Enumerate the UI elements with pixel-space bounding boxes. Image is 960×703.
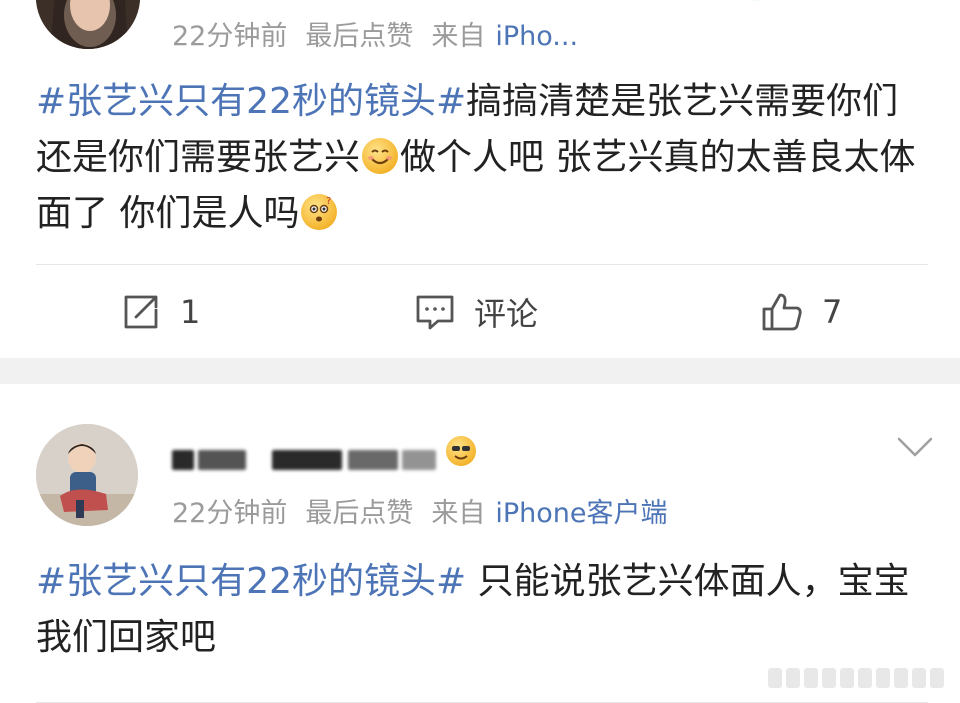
topic-link[interactable]: #张艺兴只有22秒的镜头# (36, 81, 466, 122)
smile-emoji-icon (362, 138, 399, 174)
post-content: #张艺兴只有22秒的镜头#搞搞清楚是张艺兴需要你们还是你们需要张艺兴 做个人吧 张… (36, 74, 931, 242)
last-liked-label: 最后点赞 (305, 21, 414, 52)
post-time: 22分钟前 (172, 498, 288, 529)
post-separator (0, 358, 960, 384)
post-content: #张艺兴只有22秒的镜头# 只能说张艺兴体面人，宝宝我们回家吧 (36, 554, 931, 666)
weibo-post: 22分钟前 最后点赞 来自 iPhone客户端 #张艺兴只有22秒的镜头# 只能说张艺… (0, 384, 960, 703)
repost-icon (124, 295, 158, 329)
source-label: 来自 (431, 21, 486, 52)
confused-emoji-icon: ? (301, 194, 338, 230)
post-meta: 22分钟前 最后点赞 来自 iPho... (172, 14, 596, 53)
username-blurred[interactable] (172, 436, 476, 472)
source-device-link[interactable]: iPhone客户端 (495, 498, 667, 529)
user-avatar[interactable] (36, 0, 140, 49)
sunglasses-emoji-icon (446, 436, 476, 466)
comment-icon (416, 295, 454, 330)
repost-button[interactable]: 1 (120, 291, 200, 333)
scroll-indicator (768, 668, 944, 688)
user-avatar[interactable] (36, 424, 138, 526)
like-button[interactable]: 7 (760, 291, 842, 333)
like-count: 7 (822, 293, 843, 331)
last-liked-label: 最后点赞 (305, 498, 414, 529)
post-meta: 22分钟前 最后点赞 来自 iPhone客户端 (172, 491, 686, 530)
post-actions: 1 评论 7 (0, 265, 960, 358)
weibo-post: 22分钟前 最后点赞 来自 iPho... #张艺兴只有22秒的镜头#搞搞清楚是张艺兴… (0, 0, 960, 358)
post-time: 22分钟前 (172, 21, 288, 52)
thumbs-up-icon (762, 293, 802, 331)
chevron-down-icon[interactable] (896, 436, 934, 458)
svg-text:?: ? (326, 196, 331, 207)
comment-button[interactable]: 评论 (414, 291, 538, 333)
comment-label: 评论 (474, 295, 539, 333)
source-device-link[interactable]: iPho... (495, 21, 578, 52)
decoration-badge (750, 0, 760, 1)
repost-count: 1 (180, 293, 201, 331)
topic-link[interactable]: #张艺兴只有22秒的镜头# (36, 561, 466, 602)
source-label: 来自 (431, 498, 486, 529)
